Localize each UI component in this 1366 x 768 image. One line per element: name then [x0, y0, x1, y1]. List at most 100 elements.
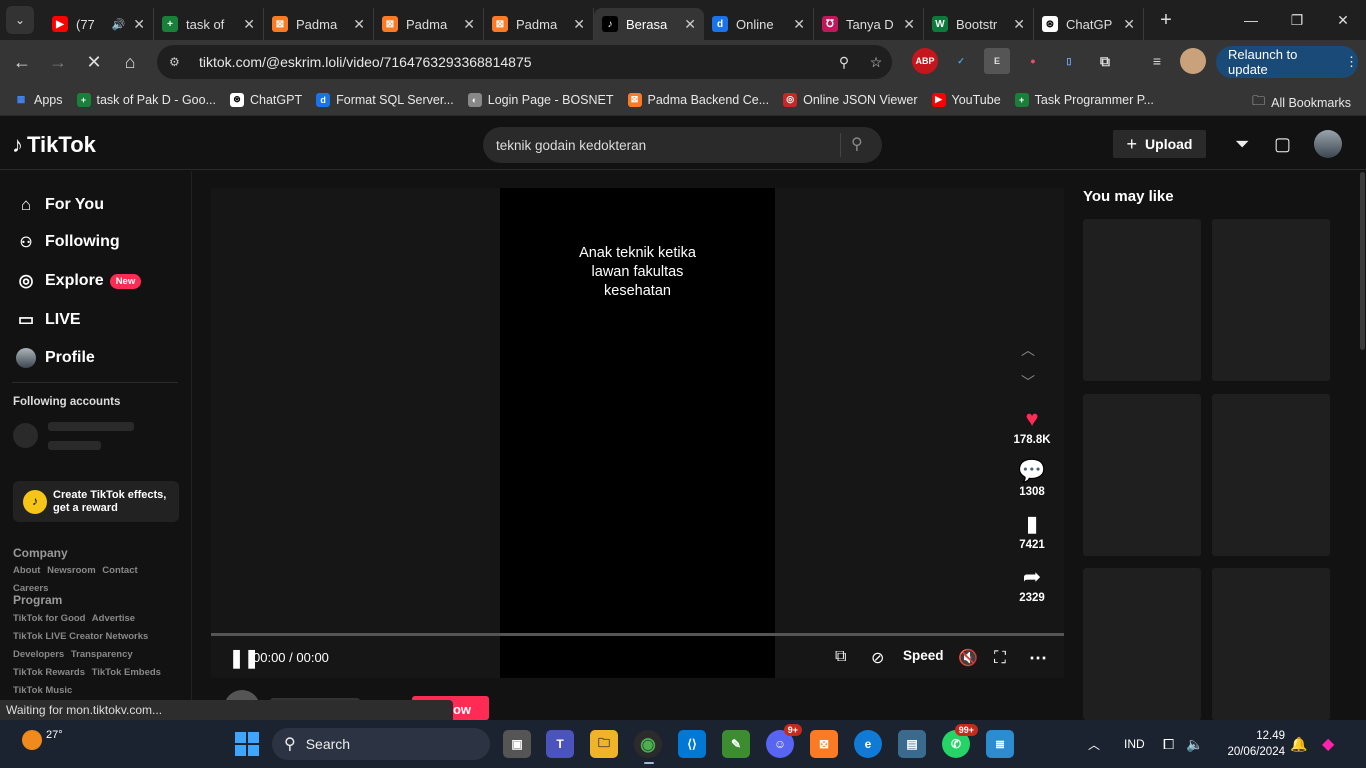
bookmark-item[interactable]: d Format SQL Server... — [316, 92, 454, 107]
footer-link-embeds[interactable]: TikTok Embeds — [92, 667, 161, 678]
next-video-chevron-icon[interactable]: ﹀ — [1021, 372, 1035, 392]
more-options-icon[interactable]: ⋯ — [1029, 648, 1047, 669]
system-clock[interactable]: 12.49 20/06/2024 — [1215, 728, 1285, 760]
sticky-app-icon[interactable]: ✎ — [722, 730, 750, 758]
media-control-icon[interactable]: ≡ — [1144, 48, 1170, 74]
browser-tab[interactable]: ▶ (77 🔊 ✕ — [44, 8, 154, 40]
footer-link-advertise[interactable]: Advertise — [92, 613, 135, 624]
tab-search-chevron-icon[interactable]: ⌄ — [6, 6, 34, 34]
recommended-video-thumbnail[interactable] — [1083, 219, 1201, 381]
previous-video-chevron-icon[interactable]: ︿ — [1021, 340, 1035, 360]
extension-check-icon[interactable]: ✓ — [948, 48, 974, 74]
teams-icon[interactable]: T — [546, 730, 574, 758]
notification-bell-icon[interactable]: 🔔 — [1290, 720, 1307, 768]
file-explorer-icon[interactable]: 🗀 — [590, 730, 618, 758]
extensions-puzzle-icon[interactable]: ⧉ — [1092, 48, 1118, 74]
upload-button[interactable]: + Upload — [1113, 130, 1206, 158]
bookmark-item[interactable]: ◎ Online JSON Viewer — [783, 92, 918, 107]
bookmark-star-icon[interactable]: ☆ — [860, 54, 892, 71]
whatsapp-icon[interactable]: ✆ 99+ — [942, 724, 978, 758]
tab-audio-icon[interactable]: 🔊 — [112, 18, 126, 31]
footer-link-about[interactable]: About — [13, 565, 40, 576]
windows-start-icon[interactable] — [235, 732, 259, 756]
browser-tab[interactable]: ⊠ Padma ✕ — [374, 8, 484, 40]
xampp-icon[interactable]: ⊠ — [810, 730, 838, 758]
close-tab-icon[interactable]: ✕ — [1013, 16, 1025, 33]
speed-button[interactable]: Speed — [903, 648, 944, 663]
mute-icon[interactable]: 🔇 — [958, 648, 978, 668]
recommended-video-thumbnail[interactable] — [1212, 394, 1330, 556]
browser-tab[interactable]: ⊠ Padma ✕ — [484, 8, 594, 40]
share-button[interactable]: ➦ 2329 — [1009, 564, 1055, 604]
recommended-video-thumbnail[interactable] — [1083, 568, 1201, 720]
bookmark-item[interactable]: ⊠ Padma Backend Ce... — [627, 92, 769, 107]
browser-tab[interactable]: W Bootstr ✕ — [924, 8, 1034, 40]
recommended-video-thumbnail[interactable] — [1212, 219, 1330, 381]
extension-e-icon[interactable]: E — [984, 48, 1010, 74]
close-tab-icon[interactable]: ✕ — [573, 16, 585, 33]
filter-funnel-icon[interactable]: ⏷ — [1235, 134, 1249, 155]
video-progress-bar[interactable] — [211, 633, 1064, 636]
profile-avatar[interactable] — [1180, 48, 1206, 74]
autoscroll-off-icon[interactable]: ⊘ — [871, 648, 884, 668]
maximize-icon[interactable]: ❐ — [1274, 0, 1320, 40]
copilot-icon[interactable]: ◆ — [1322, 720, 1334, 768]
browser-tab[interactable]: d Online ✕ — [704, 8, 814, 40]
relaunch-button[interactable]: Relaunch to update ⋮ — [1216, 46, 1358, 78]
tray-overflow-chevron-icon[interactable]: ︿ — [1088, 720, 1100, 768]
recommended-video-thumbnail[interactable] — [1083, 394, 1201, 556]
browser-tab[interactable]: ⊠ Padma ✕ — [264, 8, 374, 40]
close-window-icon[interactable]: ✕ — [1320, 0, 1366, 40]
footer-link-tiktok-for-good[interactable]: TikTok for Good — [13, 613, 85, 624]
close-tab-icon[interactable]: ✕ — [243, 16, 255, 33]
fullscreen-icon[interactable]: ⛶ — [994, 648, 1006, 668]
footer-link-transparency[interactable]: Transparency — [71, 649, 133, 660]
notepad-icon[interactable]: ≣ — [986, 730, 1014, 758]
bookmark-item[interactable]: + Task Programmer P... — [1014, 92, 1154, 107]
address-bar[interactable]: ⚙ tiktok.com/@eskrim.loli/video/71647632… — [157, 45, 892, 79]
extension-red-icon[interactable]: ● — [1020, 48, 1046, 74]
weather-widget[interactable]: 27° — [22, 729, 63, 750]
page-scrollbar[interactable] — [1360, 172, 1365, 350]
browser-tab[interactable]: ℧ Tanya D ✕ — [814, 8, 924, 40]
close-tab-icon[interactable]: ✕ — [1123, 16, 1135, 33]
close-tab-icon[interactable]: ✕ — [353, 16, 365, 33]
extension-blue-icon[interactable]: ▯ — [1056, 48, 1082, 74]
like-button[interactable]: ♥ 178.8K — [1009, 406, 1055, 446]
picture-in-picture-icon[interactable]: ⧉ — [835, 648, 846, 666]
sidebar-item-live[interactable]: ▭ LIVE — [16, 310, 81, 330]
zoom-search-icon[interactable]: ⚲ — [828, 54, 860, 71]
volume-icon[interactable]: 🔈 — [1186, 720, 1203, 768]
home-icon[interactable]: ⌂ — [112, 44, 148, 80]
messages-icon[interactable]: ▢ — [1274, 134, 1291, 155]
footer-link-developers[interactable]: Developers — [13, 649, 64, 660]
browser-tab[interactable]: ⊛ ChatGP ✕ — [1034, 8, 1144, 40]
search-icon[interactable]: ⚲ — [851, 134, 863, 154]
bookmark-item[interactable]: + task of Pak D - Goo... — [76, 92, 216, 107]
browser-tab[interactable]: ♪ Berasa ✕ — [594, 8, 704, 40]
edge-icon[interactable]: e — [854, 730, 882, 758]
back-arrow-icon[interactable]: ← — [4, 44, 40, 80]
footer-link-live-creator-networks[interactable]: TikTok LIVE Creator Networks — [13, 631, 148, 642]
save-button[interactable]: ▮ 7421 — [1009, 511, 1055, 551]
close-tab-icon[interactable]: ✕ — [463, 16, 475, 33]
task-view-icon[interactable]: ▣ — [503, 730, 531, 758]
network-app-icon[interactable]: ▤ — [898, 730, 926, 758]
recommended-video-thumbnail[interactable] — [1212, 568, 1330, 720]
video-player[interactable]: Anak teknik ketika lawan fakultas keseha… — [211, 188, 1064, 678]
language-indicator[interactable]: IND — [1124, 720, 1145, 768]
comment-button[interactable]: 💬 1308 — [1009, 458, 1055, 498]
bookmark-item[interactable]: ⊛ ChatGPT — [230, 92, 302, 107]
network-icon[interactable]: ⧠ — [1163, 720, 1174, 768]
close-tab-icon[interactable]: ✕ — [133, 16, 145, 33]
sidebar-item-following[interactable]: ⚇ Following — [16, 233, 120, 251]
vscode-icon[interactable]: ⟨⟩ — [678, 730, 706, 758]
close-tab-icon[interactable]: ✕ — [903, 16, 915, 33]
sidebar-item-profile[interactable]: Profile — [16, 348, 95, 368]
create-effects-banner[interactable]: ♪ Create TikTok effects, get a reward — [13, 481, 179, 522]
search-input[interactable]: teknik godain kedokteran ⚲ — [483, 127, 882, 163]
chrome-icon[interactable]: ◉ — [634, 730, 662, 758]
stop-loading-icon[interactable]: ✕ — [76, 44, 112, 80]
new-tab-button[interactable]: + — [1152, 6, 1180, 34]
close-tab-icon[interactable]: ✕ — [793, 16, 805, 33]
